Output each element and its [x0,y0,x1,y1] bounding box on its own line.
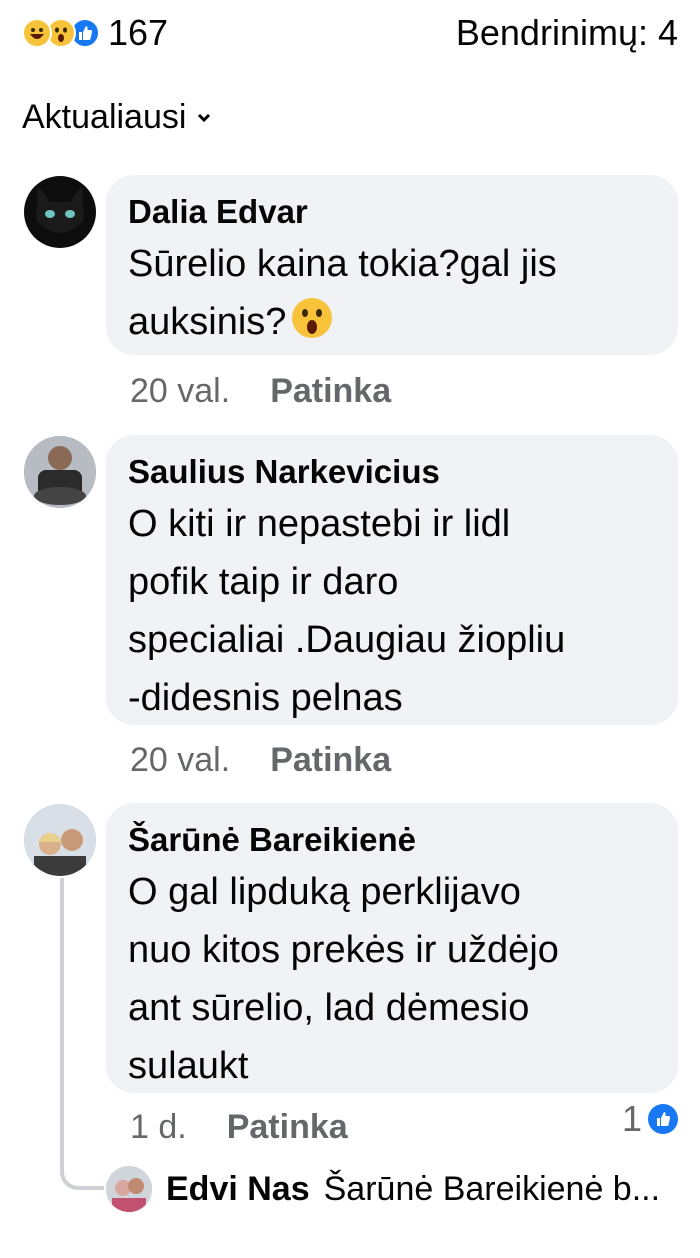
haha-reaction-icon [22,18,52,48]
like-count: 1 [621,1098,642,1139]
post-stats-bar: 167 Bendrinimų: 4 [22,8,678,58]
avatar[interactable] [24,804,96,876]
comment-like-count[interactable]: 1 [622,1098,678,1140]
comment-author[interactable]: Šarūnė Bareikienė [128,821,656,859]
reply-text-preview: Šarūnė Bareikienė b... [323,1169,661,1208]
comment-meta: 1 d. Patinka [130,1108,348,1147]
comment-bubble: Dalia Edvar Sūrelio kaina tokia?gal jis … [106,175,678,355]
comment-meta: 20 val. Patinka [130,372,391,411]
comment-bubble: Šarūnė Bareikienė O gal lipduką perklija… [106,803,678,1093]
comment-text: O kiti ir nepastebi ir lidl pofik taip i… [128,503,566,719]
reply-thread-line [60,878,104,1190]
comment-time[interactable]: 1 d. [130,1108,187,1147]
like-button[interactable]: Patinka [270,741,391,780]
reaction-count[interactable]: 167 [108,12,168,54]
comment-author[interactable]: Dalia Edvar [128,193,656,231]
wow-emoji-icon [290,296,334,357]
comment-text: O gal lipduką perklijavo nuo kitos prekė… [128,871,559,1087]
comment-meta: 20 val. Patinka [130,741,391,780]
comment-bubble: Saulius Narkevicius O kiti ir nepastebi … [106,435,678,725]
comment-author[interactable]: Saulius Narkevicius [128,453,656,491]
like-button[interactable]: Patinka [270,372,391,411]
reactions-summary[interactable]: 167 [22,12,168,54]
like-button[interactable]: Patinka [227,1108,348,1147]
like-reaction-icon [648,1104,678,1134]
comment-time[interactable]: 20 val. [130,372,230,411]
avatar[interactable] [24,436,96,508]
chevron-down-icon [198,113,211,122]
comment-sort-dropdown[interactable]: Aktualiausi [22,98,212,137]
shares-count[interactable]: Bendrinimų: 4 [456,12,678,54]
avatar[interactable] [24,176,96,248]
reply-preview[interactable]: Edvi Nas Šarūnė Bareikienė b... [106,1166,660,1212]
avatar [106,1166,152,1212]
sort-label: Aktualiausi [22,98,187,136]
comment-text: Sūrelio kaina tokia?gal jis auksinis? [128,243,557,343]
reply-author: Edvi Nas [166,1169,310,1208]
comment-time[interactable]: 20 val. [130,741,230,780]
